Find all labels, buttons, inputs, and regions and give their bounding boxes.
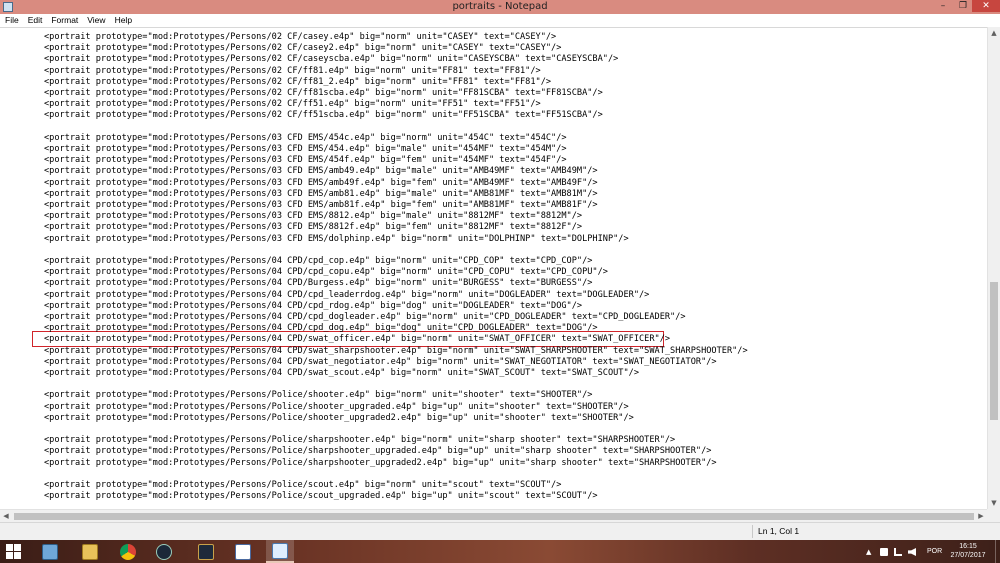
- show-desktop-button[interactable]: [995, 540, 1000, 563]
- taskbar-notepad[interactable]: [266, 540, 294, 563]
- editor-line[interactable]: <portrait prototype="mod:Prototypes/Pers…: [44, 77, 551, 88]
- editor-line[interactable]: <portrait prototype="mod:Prototypes/Pers…: [44, 178, 598, 189]
- input-language[interactable]: POR: [927, 540, 942, 563]
- taskbar-file-explorer[interactable]: [76, 540, 104, 563]
- clock-time: 16:15: [959, 543, 977, 550]
- editor-line[interactable]: <portrait prototype="mod:Prototypes/Pers…: [44, 357, 717, 368]
- editor-line[interactable]: <portrait prototype="mod:Prototypes/Pers…: [44, 368, 639, 379]
- editor-line[interactable]: <portrait prototype="mod:Prototypes/Pers…: [44, 413, 634, 424]
- paint-icon: [235, 543, 251, 560]
- menu-bar: File Edit Format View Help: [0, 14, 1000, 27]
- scroll-down-icon[interactable]: ▼: [988, 497, 1000, 509]
- action-center-icon[interactable]: [880, 548, 888, 556]
- chrome-icon: [120, 543, 136, 560]
- scroll-left-icon[interactable]: ◀: [0, 510, 12, 522]
- menu-help[interactable]: Help: [110, 14, 136, 27]
- editor-line[interactable]: <portrait prototype="mod:Prototypes/Pers…: [44, 312, 686, 323]
- status-divider: [752, 525, 753, 538]
- minimize-button[interactable]: –: [934, 0, 952, 12]
- close-button[interactable]: ✕: [972, 0, 1000, 12]
- vertical-scroll-thumb[interactable]: [990, 282, 998, 420]
- editor-line[interactable]: <portrait prototype="mod:Prototypes/Pers…: [44, 155, 567, 166]
- scrollbar-corner: [987, 509, 1000, 522]
- show-hidden-icons-icon[interactable]: ▲: [866, 548, 874, 556]
- cursor-position: Ln 1, Col 1: [758, 526, 800, 536]
- editor-line[interactable]: <portrait prototype="mod:Prototypes/Pers…: [44, 110, 603, 121]
- editor-line[interactable]: <portrait prototype="mod:Prototypes/Pers…: [44, 66, 541, 77]
- taskbar-game[interactable]: [192, 540, 220, 563]
- horizontal-scroll-thumb[interactable]: [14, 513, 974, 520]
- taskbar: ▲ POR 16:15 27/07/2017: [0, 540, 1000, 563]
- editor-line[interactable]: <portrait prototype="mod:Prototypes/Pers…: [44, 32, 556, 43]
- editor-line[interactable]: <portrait prototype="mod:Prototypes/Pers…: [44, 458, 717, 469]
- explorer-window-icon: [42, 543, 58, 560]
- editor-line[interactable]: <portrait prototype="mod:Prototypes/Pers…: [44, 133, 567, 144]
- vertical-scrollbar[interactable]: ▲ ▼: [987, 27, 1000, 509]
- scroll-up-icon[interactable]: ▲: [988, 27, 1000, 39]
- editor-line[interactable]: <portrait prototype="mod:Prototypes/Pers…: [44, 290, 649, 301]
- title-bar: portraits - Notepad – ❐ ✕: [0, 0, 1000, 14]
- editor-line[interactable]: <portrait prototype="mod:Prototypes/Pers…: [44, 99, 541, 110]
- editor-line[interactable]: <portrait prototype="mod:Prototypes/Pers…: [44, 334, 670, 345]
- clock[interactable]: 16:15 27/07/2017: [948, 542, 988, 560]
- editor-line[interactable]: <portrait prototype="mod:Prototypes/Pers…: [44, 222, 582, 233]
- editor-line[interactable]: <portrait prototype="mod:Prototypes/Pers…: [44, 166, 598, 177]
- editor-line[interactable]: <portrait prototype="mod:Prototypes/Pers…: [44, 435, 675, 446]
- editor-line[interactable]: <portrait prototype="mod:Prototypes/Pers…: [44, 267, 608, 278]
- editor-line[interactable]: <portrait prototype="mod:Prototypes/Pers…: [44, 346, 748, 357]
- menu-edit[interactable]: Edit: [23, 14, 47, 27]
- editor-line[interactable]: <portrait prototype="mod:Prototypes/Pers…: [44, 402, 629, 413]
- text-editor[interactable]: <portrait prototype="mod:Prototypes/Pers…: [0, 27, 987, 509]
- notepad-icon: [272, 542, 288, 559]
- taskbar-steam[interactable]: [150, 540, 178, 563]
- folder-icon: [82, 543, 98, 560]
- scroll-right-icon[interactable]: ▶: [975, 510, 987, 522]
- taskbar-paint[interactable]: [229, 540, 257, 563]
- network-icon[interactable]: [894, 548, 902, 556]
- editor-line[interactable]: <portrait prototype="mod:Prototypes/Pers…: [44, 491, 598, 502]
- clock-date: 27/07/2017: [950, 552, 986, 559]
- menu-file[interactable]: File: [0, 14, 23, 27]
- editor-line[interactable]: <portrait prototype="mod:Prototypes/Pers…: [44, 200, 598, 211]
- editor-line[interactable]: <portrait prototype="mod:Prototypes/Pers…: [44, 256, 592, 267]
- editor-line[interactable]: <portrait prototype="mod:Prototypes/Pers…: [44, 189, 598, 200]
- horizontal-scrollbar[interactable]: ◀ ▶: [0, 509, 987, 522]
- editor-line[interactable]: <portrait prototype="mod:Prototypes/Pers…: [44, 54, 618, 65]
- editor-line[interactable]: <portrait prototype="mod:Prototypes/Pers…: [44, 234, 629, 245]
- window-title: portraits - Notepad: [452, 1, 548, 12]
- taskbar-chrome[interactable]: [114, 540, 142, 563]
- editor-line[interactable]: <portrait prototype="mod:Prototypes/Pers…: [44, 446, 711, 457]
- editor-line[interactable]: <portrait prototype="mod:Prototypes/Pers…: [44, 301, 582, 312]
- editor-line[interactable]: <portrait prototype="mod:Prototypes/Pers…: [44, 480, 561, 491]
- editor-line[interactable]: <portrait prototype="mod:Prototypes/Pers…: [44, 278, 592, 289]
- maximize-button[interactable]: ❐: [954, 0, 972, 12]
- steam-icon: [156, 543, 172, 560]
- editor-line[interactable]: <portrait prototype="mod:Prototypes/Pers…: [44, 390, 592, 401]
- editor-line[interactable]: <portrait prototype="mod:Prototypes/Pers…: [44, 88, 603, 99]
- game-icon: [198, 543, 214, 560]
- windows-start-icon[interactable]: [6, 544, 22, 559]
- menu-format[interactable]: Format: [46, 14, 82, 27]
- status-bar: Ln 1, Col 1: [0, 522, 1000, 540]
- editor-line[interactable]: <portrait prototype="mod:Prototypes/Pers…: [44, 43, 561, 54]
- editor-line[interactable]: <portrait prototype="mod:Prototypes/Pers…: [44, 323, 598, 334]
- menu-view[interactable]: View: [82, 14, 109, 27]
- volume-icon[interactable]: [908, 548, 916, 556]
- editor-line[interactable]: <portrait prototype="mod:Prototypes/Pers…: [44, 144, 567, 155]
- editor-line[interactable]: <portrait prototype="mod:Prototypes/Pers…: [44, 211, 582, 222]
- taskbar-explorer-window[interactable]: [36, 540, 64, 563]
